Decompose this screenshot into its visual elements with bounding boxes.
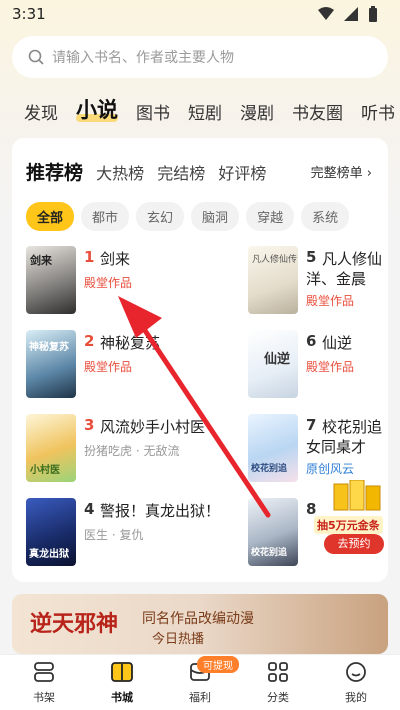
open-book-icon <box>111 662 133 682</box>
book-item[interactable]: 神秘复苏 2 神秘复苏 殿堂作品 <box>26 330 196 400</box>
filter-time-travel[interactable]: 穿越 <box>246 202 295 231</box>
nav-label: 我的 <box>345 691 367 704</box>
cover-title: 神秘复苏 <box>29 342 69 353</box>
cover-title: 小村医 <box>30 465 60 476</box>
smiley-icon <box>346 662 366 682</box>
banner-line1: 同名作品改编动漫 <box>142 611 254 627</box>
tab-books[interactable]: 图书 <box>136 99 170 124</box>
status-icons <box>318 6 378 22</box>
rank-number: 2 <box>84 332 95 350</box>
book-title: 仙逆 <box>322 334 353 352</box>
battery-icon <box>369 6 377 22</box>
search-bar[interactable]: 请输入书名、作者或主要人物 <box>12 36 388 78</box>
gold-bars-icon <box>333 480 381 511</box>
book-tag: 原创风云 <box>306 462 355 476</box>
tab-audiobook[interactable]: 听书 <box>361 99 395 124</box>
nav-category[interactable]: 分类 <box>248 661 308 705</box>
book-title: 校花别追 <box>322 418 383 436</box>
book-cover: 真龙出狱 <box>26 498 76 566</box>
search-placeholder: 请输入书名、作者或主要人物 <box>52 50 234 66</box>
cover-title: 剑来 <box>30 254 52 267</box>
cover-title: 校花别追 <box>251 548 288 558</box>
book-cover: 凡人修仙传 <box>248 246 298 314</box>
search-icon <box>28 49 44 65</box>
book-title: 剑来 <box>100 250 131 268</box>
book-cover: 剑来 <box>26 246 76 314</box>
promo-text: 抽5万元金条 <box>314 516 383 534</box>
rank-number: 3 <box>84 416 95 434</box>
rank-number: 7 <box>306 416 317 434</box>
filter-urban[interactable]: 都市 <box>81 202 130 231</box>
book-title: 凡人修仙 <box>322 250 383 268</box>
book-title: 神秘复苏 <box>100 334 161 352</box>
book-item[interactable]: 凡人修仙传 5 凡人修仙 洋、金晨 殿堂作品 <box>248 246 388 316</box>
welfare-badge: 可提现 <box>197 656 239 673</box>
wifi-icon <box>318 7 334 20</box>
ranking-header: 推荐榜 大热榜 完结榜 好评榜 完整榜单 › <box>26 158 378 185</box>
rank-number: 5 <box>306 248 317 266</box>
book-item[interactable]: 校花别追 7 校花别追 女同桌才 原创风云 <box>248 414 388 484</box>
nav-bookshelf[interactable]: 书架 <box>14 661 74 705</box>
promo-widget[interactable]: 抽5万元金条 去预约 <box>312 480 394 554</box>
rank-number: 6 <box>306 332 317 350</box>
filter-fantasy[interactable]: 玄幻 <box>136 202 185 231</box>
book-item[interactable]: 真龙出狱 4 警报！真龙出狱！ 医生 · 复仇 <box>26 498 246 568</box>
book-cover: 仙逆 <box>248 330 298 398</box>
book-tag: 殿堂作品 <box>306 360 355 374</box>
cover-title: 仙逆 <box>264 352 291 367</box>
cover-title: 校花别追 <box>251 464 288 474</box>
book-cover: 校花别追 <box>248 498 298 566</box>
nav-bookstore[interactable]: 书城 <box>92 661 152 705</box>
nav-label: 书城 <box>111 691 133 704</box>
book-tag: 扮猪吃虎 · 无敌流 <box>84 444 180 458</box>
book-item[interactable]: 小村医 3 风流妙手小村医 扮猪吃虎 · 无敌流 <box>26 414 246 484</box>
book-cover: 神秘复苏 <box>26 330 76 398</box>
grid-icon <box>268 662 288 682</box>
tab-book-circle[interactable]: 书友圈 <box>292 99 343 124</box>
book-title: 警报！真龙出狱！ <box>100 502 221 520</box>
book-item[interactable]: 剑来 1 剑来 殿堂作品 <box>26 246 196 316</box>
promo-banner[interactable]: 逆天邪神 同名作品改编动漫 今日热播 <box>12 594 388 654</box>
tab-short-drama[interactable]: 短剧 <box>188 99 222 124</box>
rank-number: 1 <box>84 248 95 266</box>
book-tag: 殿堂作品 <box>84 276 133 290</box>
book-cover: 小村医 <box>26 414 76 482</box>
filter-brainhole[interactable]: 脑洞 <box>191 202 240 231</box>
book-item[interactable]: 仙逆 6 仙逆 殿堂作品 <box>248 330 388 400</box>
rank-number: 4 <box>84 500 95 518</box>
status-bar: 3:31 <box>0 0 400 28</box>
status-time: 3:31 <box>12 5 46 23</box>
full-ranking-link[interactable]: 完整榜单 › <box>311 162 372 181</box>
tab-comic-drama[interactable]: 漫剧 <box>240 99 274 124</box>
nav-label: 分类 <box>267 691 289 704</box>
rank-tab-finished[interactable]: 完结榜 <box>157 164 205 183</box>
nav-label: 书架 <box>33 691 55 704</box>
book-cover: 校花别追 <box>248 414 298 482</box>
banner-logo: 逆天邪神 <box>30 611 119 637</box>
reserve-button[interactable]: 去预约 <box>324 534 384 554</box>
nav-label: 福利 <box>189 691 211 704</box>
book-tag: 殿堂作品 <box>306 294 355 308</box>
book-title: 风流妙手小村医 <box>100 418 206 436</box>
rank-tab-hot[interactable]: 大热榜 <box>96 164 144 183</box>
category-tabs: 发现 小说 图书 短剧 漫剧 书友圈 听书 <box>24 94 400 130</box>
nav-profile[interactable]: 我的 <box>326 661 386 705</box>
tab-novel[interactable]: 小说 <box>76 94 118 124</box>
filter-all[interactable]: 全部 <box>26 202 75 231</box>
book-tag: 殿堂作品 <box>84 360 133 374</box>
cover-title: 真龙出狱 <box>29 549 69 560</box>
ranking-title: 推荐榜 <box>26 162 84 184</box>
tab-discover[interactable]: 发现 <box>24 99 58 124</box>
rank-tab-rated[interactable]: 好评榜 <box>218 164 266 183</box>
book-tag: 医生 · 复仇 <box>84 528 144 542</box>
signal-icon <box>344 7 358 21</box>
banner-line2: 今日热播 <box>152 632 205 647</box>
filter-system[interactable]: 系统 <box>301 202 350 231</box>
book-title-line2: 女同桌才 <box>306 438 367 456</box>
cover-title: 凡人修仙传 <box>252 255 298 265</box>
bookshelf-icon <box>34 662 54 682</box>
book-title-line2: 洋、金晨 <box>306 270 367 288</box>
genre-filters: 全部 都市 玄幻 脑洞 穿越 系统 <box>26 202 356 231</box>
